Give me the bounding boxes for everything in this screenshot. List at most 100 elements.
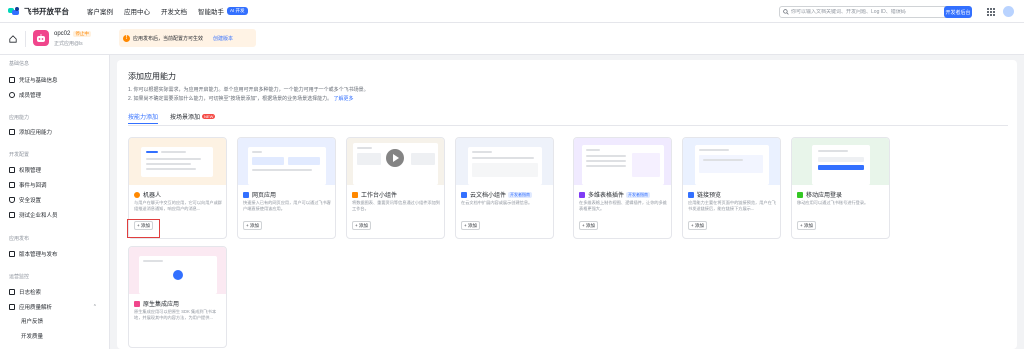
search-icon xyxy=(783,9,789,15)
card-description: 在多维表格上制作视图、逻辑插件，让你的多维表格更强大。 xyxy=(579,200,667,211)
card-description: 在云文档中扩展内容或展示创建信息。 xyxy=(461,200,533,205)
learn-more-link[interactable]: 了解更多 xyxy=(334,96,354,102)
nav-ai-assistant[interactable]: 智能助手 AI 开发 xyxy=(198,6,248,16)
sidebar-group-basic: 基础信息 xyxy=(9,61,30,67)
capability-card-mobile-login: 移动应用登录 移动应用可以通过飞书账号进行登录。 + 添加 xyxy=(791,137,890,239)
capability-card-docs-widget: 云文档小组件 开发者指南 在云文档中扩展内容或展示创建信息。 + 添加 xyxy=(455,137,554,239)
card-title-text: 网页应用 xyxy=(252,193,277,199)
sidebar-item-label: 安全设置 xyxy=(19,197,42,204)
add-mobile-login-button[interactable]: + 添加 xyxy=(797,221,816,230)
capability-card-native-app: 原生集成应用 原生集成应用可以把原生 SDK 集成到飞书本地，并展现其中的内容方… xyxy=(128,246,227,348)
publish-notice: ! 应用发布后，当前配置方可生效 创建版本 xyxy=(119,29,256,47)
sidebar-item-label: 测试企业和人员 xyxy=(19,212,58,219)
test-icon xyxy=(9,211,15,218)
search-box[interactable] xyxy=(779,6,971,18)
mobile-icon xyxy=(797,191,803,198)
permission-icon xyxy=(9,166,15,173)
notice-text: 应用发布后，当前配置方可生效 xyxy=(133,35,204,42)
sidebar-item-label: 日志检索 xyxy=(19,289,42,296)
ai-badge: AI 开发 xyxy=(227,7,248,15)
robot-icon xyxy=(134,191,140,198)
new-badge: NEW xyxy=(202,114,216,119)
add-link-preview-button[interactable]: + 添加 xyxy=(688,221,707,230)
app-avatar xyxy=(33,30,49,46)
card-thumbnail xyxy=(129,138,226,185)
sidebar-group-dev: 开发配置 xyxy=(9,152,30,158)
sidebar-item-dev-quality[interactable]: 开发质量 xyxy=(21,331,117,340)
capability-tabs: 按能力添加 按场景添加 NEW xyxy=(128,111,227,124)
sidebar-item-label: 事件与回调 xyxy=(19,182,47,189)
sidebar-group-publish: 应用发布 xyxy=(9,236,30,242)
sidebar-item-members[interactable]: 成员管理 xyxy=(9,90,105,99)
capability-card-base-plugin: 多维表格插件 开发者指南 在多维表格上制作视图、逻辑插件，让你的多维表格更强大。 … xyxy=(573,137,672,239)
nav-dev-docs[interactable]: 开发文档 xyxy=(161,6,187,16)
feishu-logo-icon xyxy=(8,6,20,16)
search-input[interactable] xyxy=(791,9,961,15)
sidebar-group-monitor: 运营监控 xyxy=(9,274,30,280)
sidebar: 基础信息 凭证与基础信息 成员管理 应用能力 添加应用能力 开发配置 权限管理 … xyxy=(0,55,110,349)
create-version-link[interactable]: 创建版本 xyxy=(213,35,233,42)
quality-icon xyxy=(9,303,15,310)
apps-grid-icon[interactable] xyxy=(987,8,995,16)
sidebar-item-permissions[interactable]: 权限管理 xyxy=(9,165,105,174)
app-header: opc02 停止中 正式应用@ls ! 应用发布后，当前配置方可生效 创建版本 xyxy=(0,23,1024,55)
description-2-text: 2. 如果尚不确定需要添加什么能力，可切换至"按场景添加"，根据场景的业务场景选… xyxy=(128,96,333,102)
add-web-app-button[interactable]: + 添加 xyxy=(243,221,262,230)
sidebar-item-logs[interactable]: 日志检索 xyxy=(9,287,105,296)
card-title: 移动应用登录 xyxy=(797,190,842,199)
sidebar-item-events[interactable]: 事件与回调 xyxy=(9,180,105,189)
card-title: 机器人 xyxy=(134,190,161,199)
user-avatar[interactable] xyxy=(1003,6,1014,17)
sidebar-item-version[interactable]: 版本管理与发布 xyxy=(9,249,105,258)
dev-console-button[interactable]: 开发者后台 xyxy=(944,6,972,18)
web-icon xyxy=(243,191,249,198)
widget-icon xyxy=(352,191,358,198)
card-title: 链接预览 xyxy=(688,190,721,199)
doc-widget-icon xyxy=(461,191,467,198)
sidebar-item-quality[interactable]: 应用质量解析 ⌃ xyxy=(9,302,105,311)
sidebar-item-test-users[interactable]: 测试企业和人员 xyxy=(9,210,105,219)
nav-customer-cases[interactable]: 客户案例 xyxy=(87,6,113,16)
sidebar-item-feedback[interactable]: 用户反馈 xyxy=(21,316,117,325)
add-base-plugin-button[interactable]: + 添加 xyxy=(579,221,598,230)
card-thumbnail xyxy=(456,138,553,185)
logo[interactable]: 飞书开放平台 xyxy=(8,6,69,17)
card-title: 原生集成应用 xyxy=(134,299,179,308)
tab-by-scenario[interactable]: 按场景添加 NEW xyxy=(170,111,216,122)
sidebar-item-label: 添加应用能力 xyxy=(19,129,53,136)
sidebar-item-security[interactable]: 安全设置 xyxy=(9,195,105,204)
version-icon xyxy=(9,250,15,257)
card-title: 工作台小组件 xyxy=(352,190,397,199)
page-title: 添加应用能力 xyxy=(128,72,176,81)
sidebar-group-capability: 应用能力 xyxy=(9,115,30,121)
card-thumbnail xyxy=(683,138,780,185)
card-thumbnail xyxy=(574,138,671,185)
event-icon xyxy=(9,181,15,188)
card-title: 网页应用 xyxy=(243,190,276,199)
chevron-up-icon: ⌃ xyxy=(92,304,97,310)
robot-icon xyxy=(37,33,45,42)
sidebar-item-label: 权限管理 xyxy=(19,167,42,174)
app-name[interactable]: opc02 停止中 xyxy=(54,31,91,37)
add-docs-widget-button[interactable]: + 添加 xyxy=(461,221,480,230)
nav-ai-assistant-label: 智能助手 xyxy=(198,9,224,16)
app-status-badge: 停止中 xyxy=(73,31,91,37)
add-workplace-widget-button[interactable]: + 添加 xyxy=(352,221,371,230)
sidebar-item-credentials[interactable]: 凭证与基础信息 xyxy=(9,75,105,84)
member-icon xyxy=(9,91,15,98)
card-title-text: 原生集成应用 xyxy=(143,302,180,308)
sidebar-item-add-capability[interactable]: 添加应用能力 xyxy=(9,127,105,136)
home-icon[interactable] xyxy=(9,35,17,43)
play-video-icon[interactable] xyxy=(386,149,404,167)
card-description: 原生集成应用可以把原生 SDK 集成到飞书本地，并展现其中的内容方法，为用户提供… xyxy=(134,309,217,320)
credential-icon xyxy=(9,76,15,83)
nav-app-center[interactable]: 应用中心 xyxy=(124,6,150,16)
card-description: 将数据图表、重要资讯等信息通过小组件添加到工作台。 xyxy=(352,200,440,211)
card-thumbnail xyxy=(347,138,444,185)
tab-by-capability[interactable]: 按能力添加 xyxy=(128,111,159,124)
sidebar-item-label: 应用质量解析 xyxy=(19,304,53,311)
card-description: 移动应用可以通过飞书账号进行登录。 xyxy=(797,200,869,205)
card-title-text: 链接预览 xyxy=(697,193,722,199)
link-icon xyxy=(688,191,694,198)
card-description: 应用能力主要在将页面中的链接预览，用户在飞书发送链接后，能在链接下方展示... xyxy=(688,200,776,211)
